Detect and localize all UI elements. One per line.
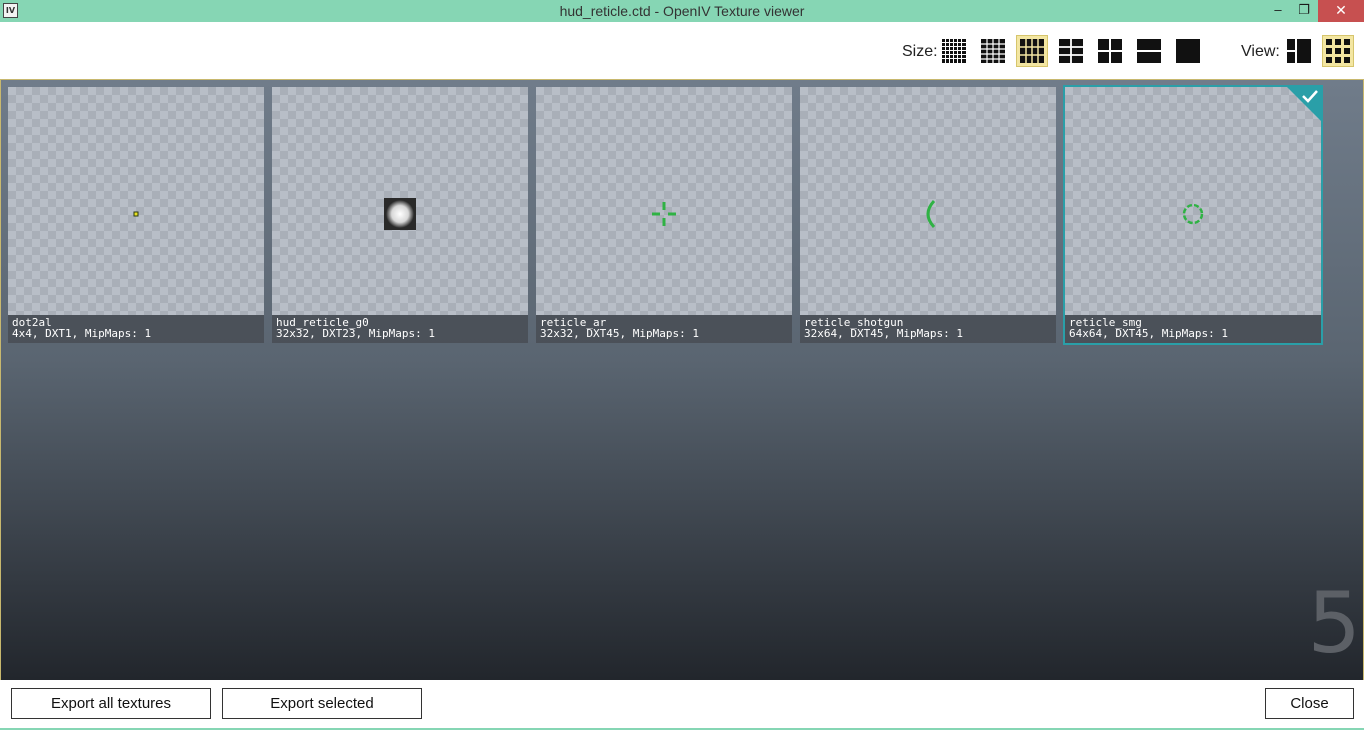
tile-caption: reticle_shotgun 32x64, DXT45, MipMaps: 1 — [800, 315, 1056, 343]
texture-tile-hud-reticle-g0[interactable]: hud_reticle_g0 32x32, DXT23, MipMaps: 1 — [272, 87, 528, 343]
list-view-button[interactable] — [1283, 35, 1315, 67]
toolbar: Size: View: — [0, 22, 1364, 80]
tile-caption: reticle_smg 64x64, DXT45, MipMaps: 1 — [1065, 315, 1321, 343]
dot-preview-icon — [133, 211, 139, 217]
list-view-icon — [1287, 39, 1311, 63]
size-m-button[interactable] — [1055, 35, 1087, 67]
texture-info: 32x64, DXT45, MipMaps: 1 — [804, 327, 963, 340]
view-label: View: — [1241, 43, 1280, 60]
grid-s-icon — [1020, 39, 1044, 63]
texture-info: 32x32, DXT23, MipMaps: 1 — [276, 327, 435, 340]
grid-view-button[interactable] — [1322, 35, 1354, 67]
close-window-button[interactable]: ✕ — [1318, 0, 1364, 22]
grid-m-icon — [1059, 39, 1083, 63]
texture-tile-reticle-shotgun[interactable]: reticle_shotgun 32x64, DXT45, MipMaps: 1 — [800, 87, 1056, 343]
tile-caption: dot2al 4x4, DXT1, MipMaps: 1 — [8, 315, 264, 343]
export-selected-button[interactable]: Export selected — [222, 688, 422, 719]
tile-caption: hud_reticle_g0 32x32, DXT23, MipMaps: 1 — [272, 315, 528, 343]
tile-caption: reticle_ar 32x32, DXT45, MipMaps: 1 — [536, 315, 792, 343]
grid-xxl-icon — [1176, 39, 1200, 63]
size-xs-button[interactable] — [977, 35, 1009, 67]
arc-preview-icon — [926, 199, 936, 229]
bottom-bar: Export all textures Export selected Clos… — [0, 680, 1364, 730]
title-bar: IV hud_reticle.ctd - OpenIV Texture view… — [0, 0, 1364, 22]
grid-xl-icon — [1137, 39, 1161, 63]
checkmark-icon — [1302, 90, 1318, 103]
restore-button[interactable]: ❐ — [1294, 0, 1314, 22]
glow-circle-preview-icon — [384, 198, 416, 230]
size-xl-button[interactable] — [1133, 35, 1165, 67]
texture-count: 5 — [1307, 574, 1361, 672]
texture-tile-dot2al[interactable]: dot2al 4x4, DXT1, MipMaps: 1 — [8, 87, 264, 343]
grid-view-icon — [1326, 39, 1350, 63]
window-title: hud_reticle.ctd - OpenIV Texture viewer — [559, 3, 805, 19]
export-all-button[interactable]: Export all textures — [11, 688, 211, 719]
texture-info: 4x4, DXT1, MipMaps: 1 — [12, 327, 152, 340]
texture-grid: dot2al 4x4, DXT1, MipMaps: 1 hud_reticle… — [0, 80, 1364, 680]
grid-xxs-icon — [942, 39, 966, 63]
grid-l-icon — [1098, 39, 1122, 63]
size-s-button[interactable] — [1016, 35, 1048, 67]
minimize-button[interactable]: – — [1262, 0, 1294, 22]
grid-xs-icon — [981, 39, 1005, 63]
texture-tile-reticle-ar[interactable]: reticle_ar 32x32, DXT45, MipMaps: 1 — [536, 87, 792, 343]
close-button[interactable]: Close — [1265, 688, 1354, 719]
texture-tile-reticle-smg[interactable]: reticle_smg 64x64, DXT45, MipMaps: 1 — [1063, 85, 1323, 345]
texture-info: 64x64, DXT45, MipMaps: 1 — [1069, 327, 1228, 340]
size-l-button[interactable] — [1094, 35, 1126, 67]
size-xxl-button[interactable] — [1172, 35, 1204, 67]
size-xxs-button[interactable] — [938, 35, 970, 67]
crosshair-preview-icon — [652, 202, 676, 226]
dashed-circle-preview-icon — [1182, 203, 1204, 225]
size-label: Size: — [902, 43, 938, 60]
texture-info: 32x32, DXT45, MipMaps: 1 — [540, 327, 699, 340]
